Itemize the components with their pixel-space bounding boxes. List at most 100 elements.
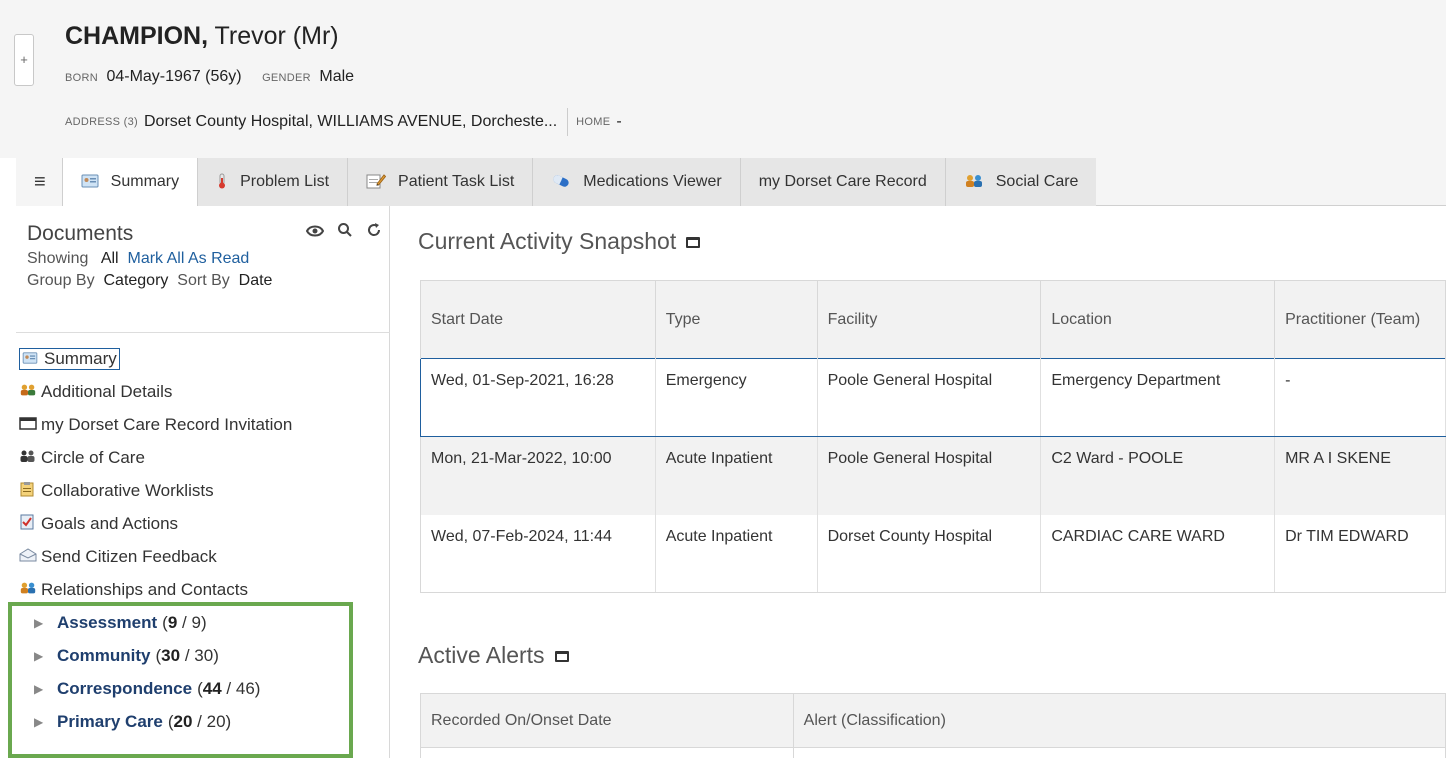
born-value: 04-May-1967 (56y)	[106, 68, 242, 85]
table-header-row: Start Date Type Facility Location Practi…	[420, 280, 1446, 359]
table-cell: MR A I SKENE	[1274, 436, 1446, 515]
showing-label: Showing	[27, 250, 89, 267]
checklist-icon	[19, 514, 41, 533]
divider	[567, 108, 569, 136]
snapshot-title: Current Activity Snapshot	[418, 228, 701, 255]
document-item-send-citizen-feedback[interactable]: Send Citizen Feedback	[19, 540, 384, 573]
document-item-text: Additional Details	[41, 381, 173, 401]
address-value[interactable]: Dorset County Hospital, WILLIAMS AVENUE,…	[144, 113, 557, 131]
documents-header: Documents Showing All Mark All As Read G…	[27, 222, 382, 290]
column-header[interactable]: Alert (Classification)	[792, 693, 1446, 748]
tab-label: Social Care	[995, 173, 1079, 190]
eye-icon[interactable]	[305, 222, 337, 242]
table-cell	[420, 747, 794, 758]
document-item-label: Summary	[19, 347, 120, 370]
tab-label: my Dorset Care Record	[758, 173, 927, 190]
open-envelope-icon	[19, 548, 41, 565]
table-cell: Emergency Department	[1040, 358, 1276, 437]
mark-all-as-read-link[interactable]: Mark All As Read	[128, 250, 250, 267]
table-row[interactable]: Wed, 01-Sep-2021, 16:28 Emergency Poole …	[420, 358, 1446, 437]
summary-card-icon	[81, 174, 99, 191]
tab-label: Patient Task List	[398, 173, 515, 190]
patient-name: CHAMPION, Trevor (Mr)	[65, 22, 339, 51]
thermometer-icon	[216, 173, 228, 192]
sort-by-value[interactable]: Date	[239, 272, 273, 289]
table-cell: Acute Inpatient	[655, 514, 818, 593]
table-cell: C2 Ward - POOLE	[1040, 436, 1276, 515]
group-icon	[19, 449, 41, 466]
tab-label: Medications Viewer	[583, 173, 722, 190]
table-row[interactable]: Mon, 21-Mar-2022, 10:00 Acute Inpatient …	[420, 436, 1446, 515]
gender-value: Male	[319, 68, 355, 85]
tab-bar: ≡ Summary Problem List Patient Task List…	[16, 158, 1446, 207]
table-cell: Emergency	[655, 358, 818, 437]
tab-label: Problem List	[240, 173, 330, 190]
document-item-summary[interactable]: Summary	[19, 342, 384, 375]
alerts-title-text: Active Alerts	[418, 642, 545, 668]
pill-icon	[551, 174, 571, 191]
expand-banner-button[interactable]: +	[14, 34, 34, 86]
table-cell: Dr TIM EDWARD	[1274, 514, 1446, 593]
documents-toolbar	[305, 222, 382, 243]
column-header[interactable]: Start Date	[420, 280, 656, 359]
column-header[interactable]: Facility	[817, 280, 1042, 359]
window-icon[interactable]	[554, 651, 569, 663]
column-header[interactable]: Type	[655, 280, 818, 359]
document-item-text: Collaborative Worklists	[41, 480, 214, 500]
alerts-title: Active Alerts	[418, 642, 569, 669]
table-cell: Wed, 07-Feb-2024, 11:44	[420, 514, 656, 593]
column-header[interactable]: Location	[1040, 280, 1276, 359]
contacts-icon	[19, 581, 41, 598]
search-icon[interactable]	[337, 222, 366, 242]
table-cell	[792, 747, 1446, 758]
refresh-icon[interactable]	[366, 222, 382, 242]
notepad-pencil-icon	[366, 173, 387, 192]
document-item-collaborative-worklists[interactable]: Collaborative Worklists	[19, 474, 384, 507]
document-item-circle-of-care[interactable]: Circle of Care	[19, 441, 384, 474]
patient-banner: + CHAMPION, Trevor (Mr) BORN 04-May-1967…	[0, 0, 1446, 158]
table-row[interactable]: Wed, 07-Feb-2024, 11:44 Acute Inpatient …	[420, 514, 1446, 593]
tab-summary[interactable]: Summary	[61, 158, 198, 207]
column-header[interactable]: Recorded On/Onset Date	[420, 693, 794, 748]
patient-surname: CHAMPION,	[65, 22, 209, 50]
born-label: BORN	[65, 72, 98, 84]
tab-label: Summary	[110, 173, 180, 190]
home-label: HOME	[576, 116, 611, 128]
column-header[interactable]: Practitioner (Team)	[1274, 280, 1446, 359]
clipboard-icon	[19, 481, 41, 500]
showing-value[interactable]: All	[101, 250, 119, 267]
patient-given-name: Trevor (Mr)	[208, 22, 339, 50]
window-icon[interactable]	[686, 237, 701, 249]
tab-patient-task-list[interactable]: Patient Task List	[347, 158, 533, 206]
main-content: Current Activity Snapshot Start Date Typ…	[392, 206, 1446, 758]
document-item-additional-details[interactable]: Additional Details	[19, 375, 384, 408]
tab-problem-list[interactable]: Problem List	[197, 158, 348, 206]
activity-snapshot-table: Start Date Type Facility Location Practi…	[420, 280, 1446, 593]
document-item-text: Relationships and Contacts	[41, 579, 248, 599]
table-cell: Poole General Hospital	[817, 358, 1042, 437]
showing-row: Showing All Mark All As Read	[27, 250, 382, 268]
gender-label: GENDER	[262, 72, 311, 84]
tab-my-dorset-care-record[interactable]: my Dorset Care Record	[739, 158, 945, 206]
group-by-label: Group By	[27, 272, 95, 289]
document-item-text: Goals and Actions	[41, 513, 179, 533]
snapshot-title-text: Current Activity Snapshot	[418, 228, 677, 254]
document-item-care-record-invitation[interactable]: my Dorset Care Record Invitation	[19, 408, 384, 441]
tab-medications-viewer[interactable]: Medications Viewer	[532, 158, 740, 206]
table-cell: -	[1274, 358, 1446, 437]
table-header-row: Recorded On/Onset Date Alert (Classifica…	[420, 693, 1446, 748]
people-icon	[964, 174, 984, 191]
hamburger-menu-icon[interactable]: ≡	[16, 158, 62, 206]
table-cell: Wed, 01-Sep-2021, 16:28	[420, 358, 656, 437]
document-item-goals-and-actions[interactable]: Goals and Actions	[19, 507, 384, 540]
home-value: -	[616, 113, 622, 130]
tab-social-care[interactable]: Social Care	[944, 158, 1097, 206]
table-row	[420, 747, 1446, 758]
document-item-text: my Dorset Care Record Invitation	[41, 414, 293, 434]
summary-card-icon	[22, 351, 44, 367]
document-item-text: Send Citizen Feedback	[41, 546, 217, 566]
sort-by-label: Sort By	[177, 272, 230, 289]
group-by-value[interactable]: Category	[103, 272, 168, 289]
table-cell: Poole General Hospital	[817, 436, 1042, 515]
address-label: ADDRESS (3)	[65, 116, 138, 128]
